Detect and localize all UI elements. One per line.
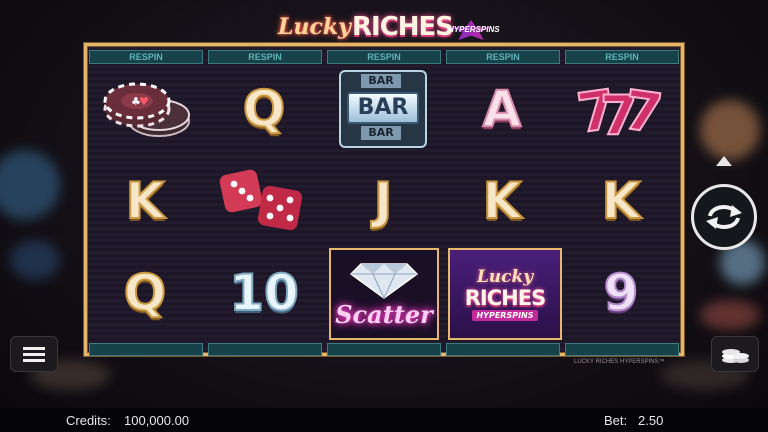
k-symbol: K bbox=[601, 171, 642, 231]
reel-bottom-slot bbox=[89, 343, 203, 356]
poker-chips-symbol: ♣ ♥ bbox=[93, 66, 197, 152]
credits-label: Credits: bbox=[66, 413, 111, 428]
coin-stack-icon bbox=[722, 349, 749, 363]
wild-badge-text: HYPERSPINS bbox=[472, 309, 538, 321]
reel-bottom-slot bbox=[565, 343, 679, 356]
bet-label: Bet: bbox=[604, 413, 628, 428]
reel-frame: RESPIN RESPIN RESPIN RESPIN RESPIN ♣ ♥ K… bbox=[84, 43, 684, 356]
credits-value: 100,000.00 bbox=[124, 413, 190, 428]
reel-bottom-slot bbox=[208, 343, 322, 356]
bar-symbol: BAR BAR BAR bbox=[331, 66, 435, 152]
a-symbol: A bbox=[482, 79, 523, 139]
dice-icon bbox=[219, 169, 303, 231]
logo-main-text: RICHES bbox=[352, 12, 454, 42]
k-symbol: K bbox=[482, 171, 523, 231]
spin-button[interactable] bbox=[691, 184, 757, 250]
status-bar: Credits: 100,000.00 Bet: 2.50 bbox=[0, 408, 768, 432]
hamburger-menu-icon bbox=[23, 347, 45, 362]
respin-label: RESPIN bbox=[89, 50, 203, 64]
menu-button[interactable] bbox=[10, 336, 58, 372]
nine-symbol: 9 bbox=[603, 263, 640, 323]
reel-bottom-slot bbox=[327, 343, 441, 356]
svg-text:♥: ♥ bbox=[139, 95, 149, 108]
k-symbol: K bbox=[125, 171, 166, 231]
respin-label: RESPIN bbox=[446, 50, 560, 64]
bet-coins-button[interactable] bbox=[711, 336, 759, 372]
game-logo: Lucky RICHES HYPERSPINS bbox=[270, 12, 500, 46]
poker-chips-icon: ♣ ♥ bbox=[103, 82, 190, 137]
game-footer-text: LUCKY RICHES HYPERSPINS™ bbox=[574, 359, 665, 365]
triangle-up-icon bbox=[716, 156, 732, 166]
bar-bottom-label: BAR bbox=[361, 126, 401, 140]
bet-up-button[interactable] bbox=[712, 152, 736, 170]
dice-symbol bbox=[212, 158, 316, 244]
bar-main-label: BAR bbox=[347, 92, 419, 124]
ten-symbol: 10 bbox=[228, 263, 300, 323]
scatter-label: Scatter bbox=[335, 299, 433, 329]
q-symbol: Q bbox=[123, 263, 168, 323]
wild-script-text: Lucky bbox=[476, 266, 534, 287]
wild-main-text: RICHES bbox=[464, 285, 546, 310]
reel-bottom-slot bbox=[446, 343, 560, 356]
j-symbol: J bbox=[373, 171, 394, 231]
svg-text:7: 7 bbox=[620, 78, 666, 144]
respin-label: RESPIN bbox=[565, 50, 679, 64]
respin-label: RESPIN bbox=[208, 50, 322, 64]
triple-seven-icon: 7 7 7 bbox=[576, 77, 666, 144]
lucky-riches-wild-symbol: Lucky RICHES HYPERSPINS bbox=[450, 250, 560, 338]
diamond-icon bbox=[349, 262, 419, 299]
logo-badge-text: HYPERSPINS bbox=[448, 25, 500, 34]
bet-value: 2.50 bbox=[638, 413, 664, 428]
q-symbol: Q bbox=[242, 79, 287, 139]
respin-label: RESPIN bbox=[327, 50, 441, 64]
logo-script-text: Lucky bbox=[278, 14, 351, 40]
bar-top-label: BAR bbox=[361, 74, 401, 88]
scatter-symbol: Scatter bbox=[331, 250, 437, 338]
spin-arrows-icon bbox=[706, 205, 742, 229]
seven-symbol: 7 7 7 bbox=[569, 66, 673, 152]
